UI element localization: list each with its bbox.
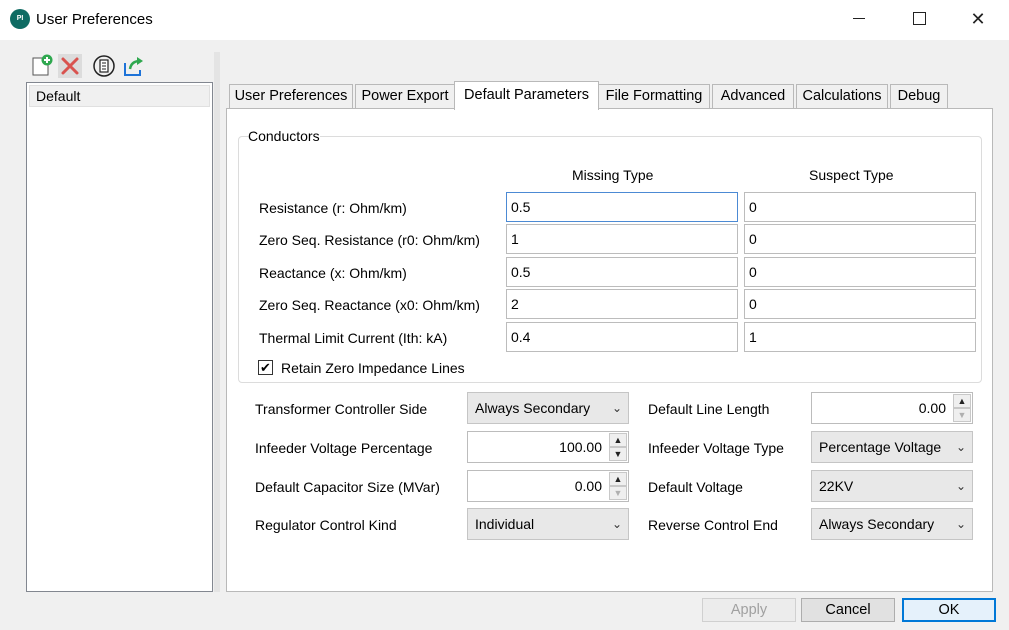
zero-seq-resistance-suspect-input[interactable]: 0 — [744, 224, 976, 254]
add-profile-button[interactable] — [30, 54, 54, 78]
tab-user-preferences[interactable]: User Preferences — [229, 84, 353, 108]
suspect-type-header: Suspect Type — [809, 167, 894, 183]
spin-up-icon[interactable]: ▲ — [953, 394, 971, 408]
reactance-missing-input[interactable]: 0.5 — [506, 257, 738, 287]
default-capacitor-size-spinner[interactable]: 0.00 ▲ ▼ — [467, 470, 629, 502]
resistance-label: Resistance (r: Ohm/km) — [259, 200, 407, 216]
tab-power-export[interactable]: Power Export — [355, 84, 455, 108]
transformer-controller-side-label: Transformer Controller Side — [255, 401, 428, 417]
default-capacitor-size-label: Default Capacitor Size (MVar) — [255, 479, 440, 495]
thermal-limit-current-missing-input[interactable]: 0.4 — [506, 322, 738, 352]
chevron-down-icon: ⌄ — [955, 479, 966, 493]
copy-profile-button[interactable] — [92, 54, 116, 78]
infeeder-voltage-type-label: Infeeder Voltage Type — [648, 440, 784, 456]
spin-up-icon[interactable]: ▲ — [609, 472, 627, 486]
reverse-control-end-value: Always Secondary — [819, 516, 935, 532]
zero-seq-reactance-missing-input[interactable]: 2 — [506, 289, 738, 319]
reverse-control-end-label: Reverse Control End — [648, 517, 778, 533]
transformer-controller-side-value: Always Secondary — [475, 400, 591, 416]
profile-list[interactable]: Default — [26, 82, 213, 592]
zero-seq-reactance-label: Zero Seq. Reactance (x0: Ohm/km) — [259, 297, 480, 313]
regulator-control-kind-label: Regulator Control Kind — [255, 517, 397, 533]
profile-item-default[interactable]: Default — [29, 85, 210, 107]
maximize-icon — [912, 12, 926, 26]
default-line-length-label: Default Line Length — [648, 401, 770, 417]
window-title: User Preferences — [36, 11, 153, 28]
app-icon: PI — [10, 9, 30, 29]
reactance-suspect-input[interactable]: 0 — [744, 257, 976, 287]
zero-seq-resistance-missing-input[interactable]: 1 — [506, 224, 738, 254]
maximize-button[interactable] — [896, 0, 942, 40]
splitter[interactable] — [214, 52, 220, 592]
retain-zero-impedance-label[interactable]: Retain Zero Impedance Lines — [281, 360, 465, 376]
transformer-controller-side-select[interactable]: Always Secondary ⌄ — [467, 392, 629, 424]
retain-zero-impedance-checkbox[interactable]: ✔ — [258, 360, 273, 375]
spin-down-icon[interactable]: ▼ — [609, 486, 627, 500]
resistance-suspect-input[interactable]: 0 — [744, 192, 976, 222]
chevron-down-icon: ⌄ — [955, 517, 966, 531]
default-line-length-spinner[interactable]: 0.00 ▲ ▼ — [811, 392, 973, 424]
tab-debug[interactable]: Debug — [890, 84, 948, 108]
regulator-control-kind-value: Individual — [475, 516, 535, 532]
resistance-missing-input[interactable]: 0.5 — [506, 192, 738, 222]
spin-down-icon[interactable]: ▼ — [953, 408, 971, 422]
cancel-button[interactable]: Cancel — [801, 598, 895, 622]
infeeder-voltage-type-select[interactable]: Percentage Voltage ⌄ — [811, 431, 973, 463]
delete-profile-icon — [61, 57, 79, 75]
conductors-group-title: Conductors — [248, 128, 320, 144]
zero-seq-reactance-suspect-input[interactable]: 0 — [744, 289, 976, 319]
close-icon: ✕ — [970, 9, 986, 29]
infeeder-voltage-type-value: Percentage Voltage — [819, 439, 942, 455]
regulator-control-kind-select[interactable]: Individual ⌄ — [467, 508, 629, 540]
tab-file-formatting[interactable]: File Formatting — [598, 84, 710, 108]
infeeder-voltage-percentage-value: 100.00 — [559, 439, 602, 455]
export-profile-icon — [124, 57, 143, 76]
infeeder-voltage-percentage-label: Infeeder Voltage Percentage — [255, 440, 433, 456]
thermal-limit-current-suspect-input[interactable]: 1 — [744, 322, 976, 352]
chevron-down-icon: ⌄ — [611, 401, 622, 415]
reverse-control-end-select[interactable]: Always Secondary ⌄ — [811, 508, 973, 540]
thermal-limit-current-label: Thermal Limit Current (Ith: kA) — [259, 330, 448, 346]
missing-type-header: Missing Type — [572, 167, 654, 183]
delete-profile-button[interactable] — [58, 54, 82, 78]
chevron-down-icon: ⌄ — [955, 440, 966, 454]
export-profile-button[interactable] — [122, 54, 146, 78]
apply-button[interactable]: Apply — [702, 598, 796, 622]
chevron-down-icon: ⌄ — [611, 517, 622, 531]
default-voltage-label: Default Voltage — [648, 479, 743, 495]
default-voltage-value: 22KV — [819, 478, 854, 494]
tab-advanced[interactable]: Advanced — [712, 84, 794, 108]
minimize-icon — [853, 18, 865, 20]
spin-up-icon[interactable]: ▲ — [609, 433, 627, 447]
minimize-button[interactable] — [836, 0, 882, 40]
ok-button[interactable]: OK — [902, 598, 996, 622]
infeeder-voltage-percentage-spinner[interactable]: 100.00 ▲ ▼ — [467, 431, 629, 463]
zero-seq-resistance-label: Zero Seq. Resistance (r0: Ohm/km) — [259, 232, 480, 248]
tab-default-parameters[interactable]: Default Parameters — [454, 81, 599, 110]
reactance-label: Reactance (x: Ohm/km) — [259, 265, 407, 281]
add-profile-icon — [32, 54, 53, 76]
tab-calculations[interactable]: Calculations — [796, 84, 888, 108]
default-voltage-select[interactable]: 22KV ⌄ — [811, 470, 973, 502]
default-line-length-value: 0.00 — [918, 400, 946, 416]
close-button[interactable]: ✕ — [955, 0, 1001, 40]
title-bar: PI User Preferences ✕ — [0, 0, 1009, 40]
default-capacitor-size-value: 0.00 — [574, 478, 602, 494]
spin-down-icon[interactable]: ▼ — [609, 447, 627, 461]
copy-profile-icon — [93, 55, 115, 77]
